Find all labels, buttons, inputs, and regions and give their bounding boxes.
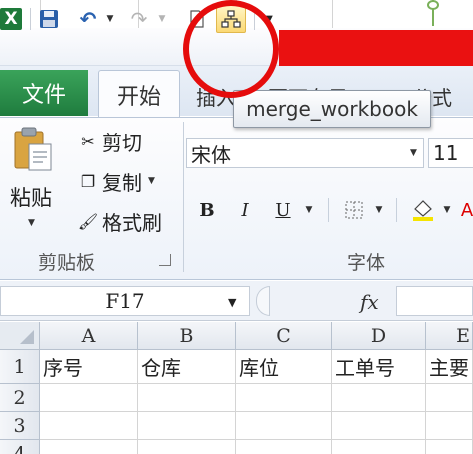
chevron-down-icon[interactable]: ▼ [374, 196, 384, 224]
copy-label: 复制 [102, 170, 142, 195]
cut-label: 剪切 [102, 130, 142, 155]
column-header-d[interactable]: D [332, 322, 426, 350]
cell[interactable] [332, 440, 426, 454]
format-painter-label: 格式刷 [102, 210, 162, 235]
border-button[interactable] [342, 196, 366, 224]
toolbar-separator [30, 8, 31, 30]
row-header-2[interactable]: 2 [0, 384, 40, 412]
cell[interactable] [138, 412, 236, 440]
cell[interactable] [40, 384, 138, 412]
excel-app-icon[interactable]: X [0, 8, 22, 30]
group-separator [183, 122, 184, 272]
chevron-down-icon: ▼ [106, 14, 114, 24]
cell[interactable] [332, 412, 426, 440]
cell[interactable] [138, 384, 236, 412]
cell[interactable] [236, 384, 332, 412]
column-header-a[interactable]: A [40, 322, 138, 350]
tab-file[interactable]: 文件 [0, 70, 88, 116]
cell-e1[interactable]: 主要 [426, 350, 473, 384]
cell-b1[interactable]: 仓库 [138, 350, 236, 384]
cell[interactable] [40, 440, 138, 454]
bold-button[interactable]: B [196, 196, 218, 224]
font-group-label: 字体 [347, 252, 386, 274]
paste-button[interactable]: 粘贴 [10, 182, 52, 212]
chevron-down-icon[interactable]: ▼ [442, 196, 452, 224]
cell[interactable] [426, 412, 473, 440]
cell[interactable] [426, 440, 473, 454]
redo-dropdown[interactable]: ▼ [156, 8, 168, 30]
highlight-circle [183, 0, 279, 98]
insert-function-icon[interactable]: fx [360, 290, 379, 314]
name-box[interactable]: F17 [0, 286, 250, 316]
undo-dropdown[interactable]: ▼ [104, 8, 116, 30]
format-painter-button[interactable]: 🖌 格式刷 [74, 208, 162, 235]
worksheet-grid: A B C D E 1 2 3 4 序号 仓库 库位 工单号 主要 [0, 322, 473, 454]
copy-icon: ❐ [80, 171, 96, 191]
select-all-corner[interactable] [0, 322, 40, 350]
redo-icon: ↷ [130, 7, 148, 31]
column-header-b[interactable]: B [138, 322, 236, 350]
paste-icon [14, 127, 52, 171]
separator [396, 198, 397, 222]
font-name-select[interactable]: 宋体 [186, 138, 424, 168]
undo-icon: ↶ [79, 7, 97, 31]
scissors-icon: ✂ [81, 131, 95, 151]
column-header-e[interactable]: E [426, 322, 473, 350]
brush-icon: 🖌 [77, 211, 99, 231]
chevron-down-icon[interactable]: ▼ [304, 196, 314, 224]
copy-button[interactable]: ❐ 复制 ▼ [74, 168, 155, 195]
chevron-down-icon: ▼ [148, 176, 155, 186]
chevron-down-icon[interactable]: ▼ [228, 296, 236, 309]
save-button[interactable] [37, 8, 61, 30]
merge-workbook-tooltip: merge_workbook [233, 90, 431, 128]
cell[interactable] [236, 440, 332, 454]
cell[interactable] [332, 384, 426, 412]
cell[interactable] [138, 440, 236, 454]
underline-button[interactable]: U [272, 196, 294, 224]
chevron-down-icon[interactable]: ▼ [410, 148, 417, 158]
border-icon [345, 201, 363, 219]
redo-button[interactable]: ↷ [128, 7, 150, 31]
cell[interactable] [426, 384, 473, 412]
cut-button[interactable]: ✂ 剪切 [74, 128, 142, 155]
font-color-button[interactable]: A [460, 196, 473, 224]
fill-color-button[interactable] [410, 196, 436, 224]
font-size-select[interactable]: 11 [428, 138, 473, 168]
undo-button[interactable]: ↶ [76, 7, 100, 31]
chevron-down-icon: ▼ [158, 14, 166, 24]
select-all-icon [20, 330, 34, 344]
cell-a1[interactable]: 序号 [40, 350, 138, 384]
tab-home[interactable]: 开始 [98, 70, 180, 118]
column-header-c[interactable]: C [236, 322, 332, 350]
clipboard-group-label: 剪贴板 [38, 252, 96, 274]
chevron-down-icon[interactable]: ▼ [28, 218, 35, 228]
cell-c1[interactable]: 库位 [236, 350, 332, 384]
dialog-launcher-icon[interactable] [159, 254, 171, 266]
separator [328, 198, 329, 222]
formula-input[interactable] [396, 286, 473, 316]
row-header-1[interactable]: 1 [0, 350, 40, 384]
redaction-banner [279, 30, 473, 68]
paint-bucket-icon [413, 200, 433, 221]
cell-d1[interactable]: 工单号 [332, 350, 426, 384]
cell[interactable] [236, 412, 332, 440]
grid-line [332, 0, 333, 28]
row-header-3[interactable]: 3 [0, 412, 40, 440]
row-header-4[interactable]: 4 [0, 440, 40, 454]
cell[interactable] [40, 412, 138, 440]
rotation-handle[interactable] [427, 0, 439, 10]
save-icon [40, 10, 58, 28]
italic-button[interactable]: I [234, 196, 256, 224]
